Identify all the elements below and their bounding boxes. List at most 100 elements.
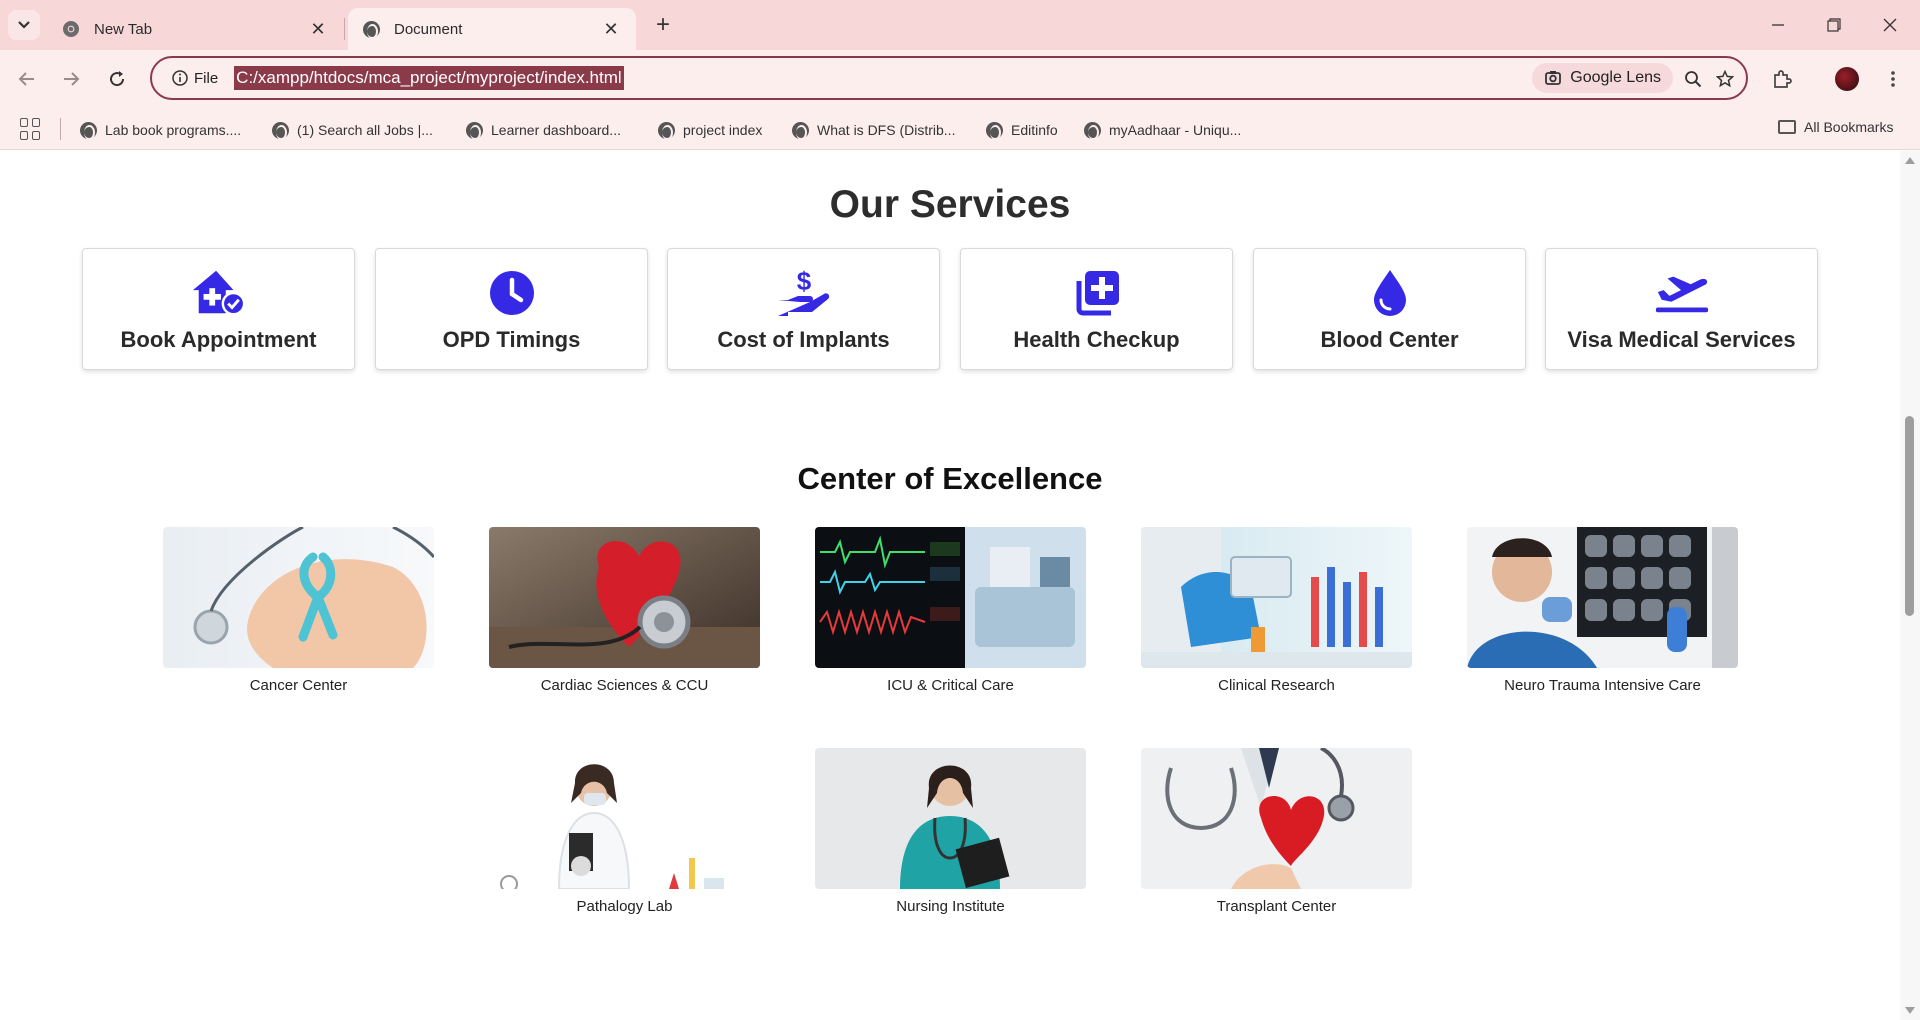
bookmark-label: project index [683,122,763,138]
hand-holding-dollar-icon: $ [776,267,832,319]
svg-text:$: $ [796,268,811,296]
forward-button[interactable] [54,62,88,96]
coe-label: Nursing Institute [896,898,1005,915]
globe-icon [986,121,1003,140]
scroll-down-arrow-icon[interactable] [1905,1007,1915,1014]
bookmark-star-button[interactable] [1712,66,1738,92]
scroll-up-arrow-icon[interactable] [1905,157,1915,164]
url-text[interactable]: C:/xampp/htdocs/mca_project/myproject/in… [234,66,624,90]
arrow-right-icon [64,72,80,86]
back-button[interactable] [10,62,44,96]
coe-card-nursing-institute[interactable]: Nursing Institute [815,748,1086,915]
close-tab-icon[interactable]: ✕ [307,18,329,40]
extensions-button[interactable] [1765,62,1799,96]
tab-search-button[interactable] [8,10,40,40]
minimize-icon [1772,24,1784,26]
bookmark-label: Learner dashboard... [491,122,621,138]
bookmark-item[interactable]: What is DFS (Distrib... [792,119,955,141]
tab-document[interactable]: Document ✕ [348,8,636,50]
globe-icon [362,20,380,39]
zoom-icon [1685,71,1702,88]
chrome-icon [62,20,80,38]
all-bookmarks-label: All Bookmarks [1804,119,1894,135]
nursing-institute-image [815,748,1086,889]
browser-toolbar: File C:/xampp/htdocs/mca_project/myproje… [0,50,1920,108]
close-tab-icon[interactable]: ✕ [600,18,622,40]
tab-title: Document [394,20,463,38]
clinical-research-image [1141,527,1412,668]
globe-icon [80,121,97,140]
minimize-button[interactable] [1750,0,1806,50]
puzzle-icon [1774,70,1792,88]
service-label: Blood Center [1320,327,1459,352]
pathology-lab-image [489,748,760,889]
globe-icon [792,121,809,140]
google-lens-label: Google Lens [1570,69,1661,86]
reload-button[interactable] [100,62,134,96]
service-card-blood-center[interactable]: Blood Center [1253,248,1526,370]
bookmark-label: Editinfo [1011,122,1058,138]
bookmark-label: (1) Search all Jobs |... [297,122,433,138]
droplet-icon [1362,267,1418,319]
bookmarks-bar: Lab book programs.... (1) Search all Job… [0,108,1920,150]
apps-grid-icon[interactable] [20,118,42,140]
plane-departure-icon [1654,267,1710,319]
coe-card-clinical-research[interactable]: Clinical Research [1141,527,1412,694]
coe-card-pathology-lab[interactable]: Pathalogy Lab [489,748,760,915]
site-scheme-label: File [194,69,219,87]
service-card-health-checkup[interactable]: Health Checkup [960,248,1233,370]
transplant-center-image [1141,748,1412,889]
service-card-book-appointment[interactable]: Book Appointment [82,248,355,370]
service-label: Book Appointment [120,327,317,352]
star-icon [1716,70,1734,88]
browser-menu-button[interactable] [1876,62,1910,96]
tab-strip: New Tab ✕ Document ✕ + [0,0,1920,50]
bookmark-item[interactable]: Lab book programs.... [80,119,241,141]
profile-avatar[interactable] [1835,67,1859,91]
service-label: Cost of Implants [717,327,890,352]
bookmark-item[interactable]: myAadhaar - Uniqu... [1084,119,1241,141]
bookmarks-divider [60,118,61,140]
address-bar[interactable]: File C:/xampp/htdocs/mca_project/myproje… [150,56,1748,100]
bookmark-label: Lab book programs.... [105,122,242,138]
bookmark-item[interactable]: project index [658,119,762,141]
coe-label: Transplant Center [1216,898,1337,915]
page-scrollbar[interactable] [1900,151,1920,1020]
bookmark-item[interactable]: (1) Search all Jobs |... [272,119,433,141]
bookmark-item[interactable]: Editinfo [986,119,1058,141]
bookmark-item[interactable]: Learner dashboard... [466,119,621,141]
service-label: Health Checkup [1013,327,1180,352]
globe-icon [272,121,289,140]
neuro-trauma-image [1467,527,1738,668]
coe-card-cardiac-sciences[interactable]: Cardiac Sciences & CCU [489,527,760,694]
coe-card-cancer-center[interactable]: Cancer Center [163,527,434,694]
site-info-button[interactable]: File [162,62,228,94]
coe-card-transplant-center[interactable]: Transplant Center [1141,748,1412,915]
service-card-opd-timings[interactable]: OPD Timings [375,248,648,370]
restore-icon [1827,18,1841,32]
zoom-button[interactable] [1680,66,1706,92]
new-tab-button[interactable]: + [650,11,676,38]
camera-icon [1545,71,1562,85]
house-medical-check-icon [191,267,247,319]
close-window-button[interactable] [1862,0,1918,50]
service-label: Visa Medical Services [1567,327,1796,352]
google-lens-button[interactable]: Google Lens [1532,63,1673,93]
scrollbar-thumb[interactable] [1905,416,1914,616]
all-bookmarks-button[interactable]: All Bookmarks [1778,119,1893,135]
restore-button[interactable] [1806,0,1862,50]
page-content: Our Services Book Appointment OPD Timing… [0,151,1900,1020]
coe-card-neuro-trauma[interactable]: Neuro Trauma Intensive Care [1467,527,1738,694]
coe-card-icu[interactable]: ICU & Critical Care [815,527,1086,694]
service-card-cost-of-implants[interactable]: $ Cost of Implants [667,248,940,370]
notes-medical-icon [1069,267,1125,319]
coe-label: ICU & Critical Care [887,677,1014,694]
service-card-visa-medical-services[interactable]: Visa Medical Services [1545,248,1818,370]
coe-label: Cancer Center [249,677,348,694]
bookmark-label: myAadhaar - Uniqu... [1109,122,1242,138]
service-label: OPD Timings [442,327,581,352]
services-heading: Our Services [829,183,1071,226]
folder-icon [1778,120,1796,134]
tab-new-tab[interactable]: New Tab ✕ [48,8,343,50]
globe-icon [658,121,675,140]
